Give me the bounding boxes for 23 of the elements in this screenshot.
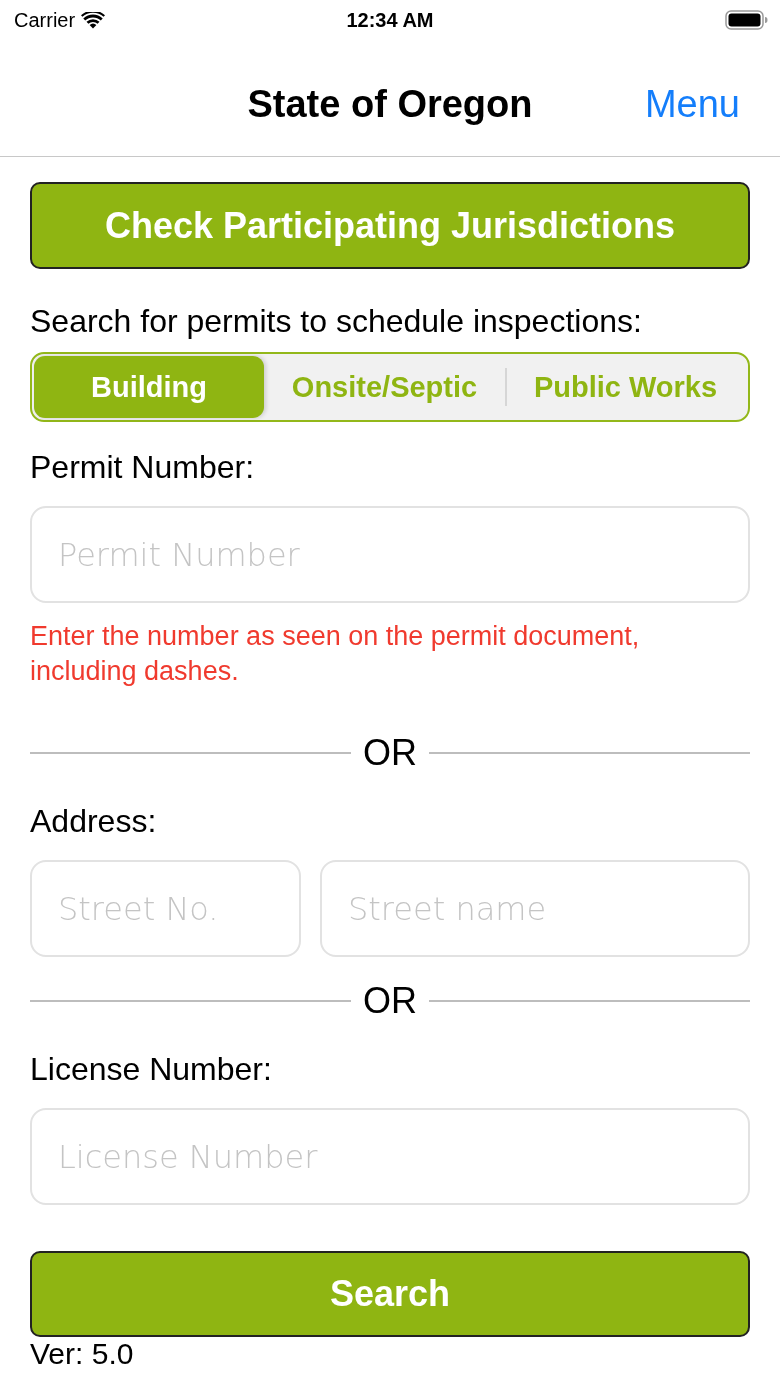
field-label: License Number: [30,1050,273,1089]
field-label: Address: [30,802,158,841]
nav-title: State of Oregon [247,82,533,126]
hint-text: Enter the number as seen on the permit document, including dashes. [30,620,641,688]
menu-button[interactable]: Menu [644,82,740,126]
check-jurisdictions-button[interactable]: Check Participating Jurisdictions [30,182,750,269]
permit-type-tab[interactable]: Public Works [505,356,746,418]
text-field[interactable]: License Number [30,1108,750,1205]
status-time: 12:34 AM [346,8,434,32]
or-separator: OR [363,732,417,774]
search-prompt: Search for permits to schedule inspections: [30,302,643,341]
text-field[interactable]: Street name [320,860,750,957]
search-button[interactable]: Search [30,1251,750,1337]
permit-type-tab[interactable]: Onsite/Septic [264,356,505,418]
text-field[interactable]: Street No. [30,860,301,957]
battery-icon [725,10,768,30]
carrier-name: Carrier [14,8,76,32]
permit-type-tab[interactable]: Building [34,356,264,418]
or-separator: OR [363,980,417,1022]
field-label: Permit Number: [30,448,256,487]
wifi-icon [81,11,106,29]
version-text: Ver: 5.0 [30,1337,134,1371]
text-field[interactable]: Permit Number [30,506,750,603]
